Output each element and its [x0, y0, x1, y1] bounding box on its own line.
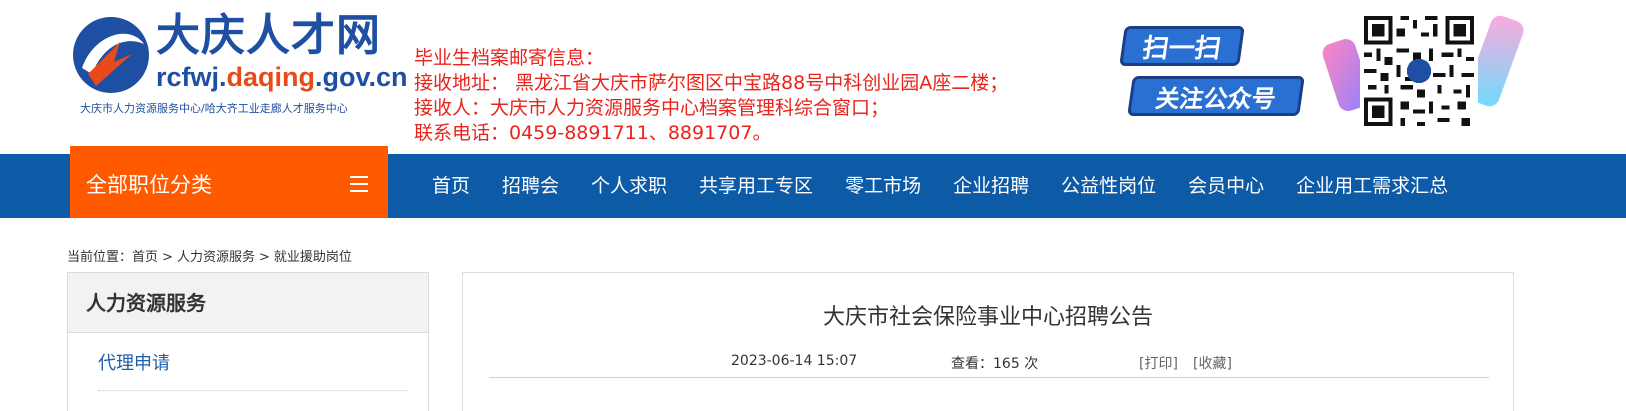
breadcrumb-current[interactable]: 就业援助岗位 — [274, 250, 352, 265]
nav-item-home[interactable]: 首页 — [416, 154, 486, 218]
logo-domain-accent: daqing — [226, 62, 316, 92]
breadcrumb: 当前位置：首页 > 人力资源服务 > 就业援助岗位 — [67, 246, 352, 265]
nav-item-member-center[interactable]: 会员中心 — [1172, 154, 1280, 218]
page: 大庆人才网 rcfwj.daqing.gov.cn 大庆市人力资源服务中心/哈大… — [0, 0, 1626, 411]
logo-domain: rcfwj.daqing.gov.cn — [156, 62, 408, 92]
scan-label: 扫一扫 — [1119, 26, 1245, 66]
nav-items: 首页 招聘会 个人求职 共享用工专区 零工市场 企业招聘 公益性岗位 会员中心 … — [416, 154, 1464, 218]
sidebar-item-agency-application[interactable]: 代理申请 — [98, 349, 170, 375]
follow-label: 关注公众号 — [1127, 76, 1305, 116]
notice-line-4: 联系电话：0459-8891711、8891707。 — [414, 122, 772, 144]
nav-item-demand-summary[interactable]: 企业用工需求汇总 — [1280, 154, 1464, 218]
qr-code-icon — [1360, 12, 1478, 130]
category-label: 全部职位分类 — [86, 173, 212, 197]
logo-mark-icon — [73, 17, 149, 93]
favorite-link[interactable]: [收藏] — [1193, 353, 1232, 373]
breadcrumb-home[interactable]: 首页 — [132, 250, 158, 265]
views-unit: 次 — [1024, 356, 1039, 372]
nav-item-job-fair[interactable]: 招聘会 — [486, 154, 575, 218]
article-panel: 大庆市社会保险事业中心招聘公告 2023-06-14 15:07 查看：165 … — [462, 272, 1514, 411]
article-views: 查看：165 次 — [951, 353, 1038, 373]
print-link[interactable]: [打印] — [1139, 353, 1178, 373]
archive-mailing-notice: 毕业生档案邮寄信息： 接收地址： 黑龙江省大庆市萨尔图区中宝路88号中科创业园A… — [414, 46, 1008, 146]
nav-item-shared-employment[interactable]: 共享用工专区 — [683, 154, 829, 218]
views-label: 查看： — [951, 356, 993, 372]
breadcrumb-separator: > — [258, 250, 270, 265]
wechat-follow-badge: 扫一扫 关注公众号 — [1119, 24, 1310, 118]
breadcrumb-prefix: 当前位置： — [67, 250, 133, 265]
breadcrumb-hr-services[interactable]: 人力资源服务 — [177, 250, 255, 265]
sidebar: 人力资源服务 代理申请 — [67, 272, 429, 411]
notice-line-1: 毕业生档案邮寄信息： — [414, 47, 605, 69]
nav-item-public-welfare-jobs[interactable]: 公益性岗位 — [1045, 154, 1172, 218]
sidebar-divider — [98, 390, 408, 391]
article-divider — [489, 377, 1489, 378]
site-logo[interactable]: 大庆人才网 rcfwj.daqing.gov.cn 大庆市人力资源服务中心/哈大… — [70, 10, 408, 120]
qr-code-panel — [1318, 10, 1527, 134]
breadcrumb-separator: > — [162, 250, 173, 265]
views-count: 165 — [993, 356, 1020, 372]
notice-line-2: 接收地址： 黑龙江省大庆市萨尔图区中宝路88号中科创业园A座二楼； — [414, 72, 1009, 94]
article-title: 大庆市社会保险事业中心招聘公告 — [822, 305, 1153, 330]
nav-item-company-recruit[interactable]: 企业招聘 — [937, 154, 1045, 218]
nav-item-gig-market[interactable]: 零工市场 — [829, 154, 937, 218]
sidebar-title: 人力资源服务 — [68, 273, 428, 333]
logo-title: 大庆人才网 — [156, 10, 381, 61]
article-date: 2023-06-14 15:07 — [731, 353, 858, 369]
all-categories-button[interactable]: 全部职位分类 — [70, 146, 388, 218]
nav-item-job-seeking[interactable]: 个人求职 — [575, 154, 683, 218]
logo-domain-prefix: rcfwj. — [156, 62, 227, 92]
logo-domain-suffix: .gov.cn — [315, 62, 408, 92]
notice-line-3: 接收人：大庆市人力资源服务中心档案管理科综合窗口； — [414, 97, 890, 119]
site-header: 大庆人才网 rcfwj.daqing.gov.cn 大庆市人力资源服务中心/哈大… — [0, 0, 1626, 160]
menu-icon[interactable] — [350, 176, 368, 192]
logo-subtitle: 大庆市人力资源服务中心/哈大齐工业走廊人才服务中心 — [80, 102, 348, 115]
